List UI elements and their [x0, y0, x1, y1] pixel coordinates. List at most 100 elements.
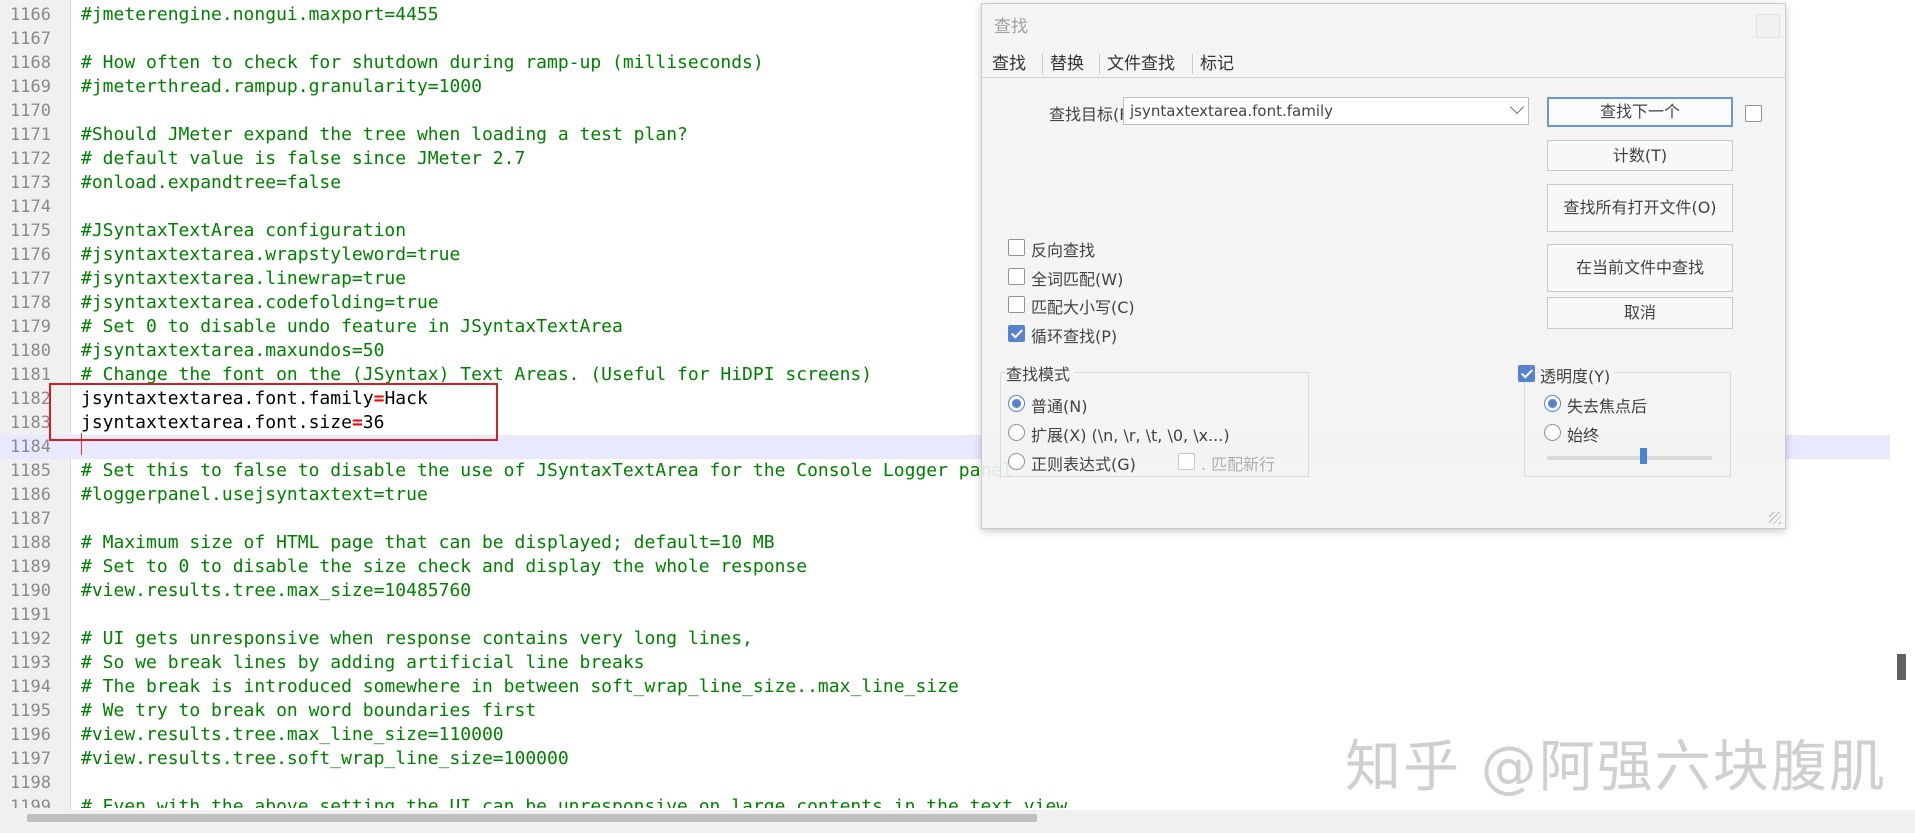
mode-regex-label: 正则表达式(G) — [1031, 455, 1136, 474]
line-number: 1194 — [10, 677, 51, 697]
code-line[interactable]: 1194 # The break is introduced somewhere … — [0, 675, 1890, 699]
whole-word-checkbox[interactable] — [1008, 268, 1025, 285]
watermark: 知乎 @阿强六块腹肌 — [1345, 735, 1887, 800]
line-number: 1169 — [10, 77, 51, 97]
count-button[interactable]: 计数(T) — [1547, 140, 1733, 171]
comment-line-text: #jmeterthread.rampup.granularity=1000 — [81, 76, 482, 97]
comment-line-text: # Set this to false to disable the use o… — [81, 460, 1013, 481]
line-number: 1168 — [10, 53, 51, 73]
comment-line-text: #view.results.tree.max_size=10485760 — [81, 580, 472, 601]
comment-line-text: #jsyntaxtextarea.codefolding=true — [81, 292, 439, 313]
comment-line-text: #jsyntaxtextarea.linewrap=true — [81, 268, 407, 289]
cancel-button[interactable]: 取消 — [1547, 297, 1733, 329]
reverse-search-label: 反向查找 — [1031, 241, 1096, 260]
match-newline-label: . 匹配新行 — [1201, 455, 1276, 474]
comment-line-text: # Even with the above setting the UI can… — [81, 796, 1068, 808]
line-number: 1192 — [10, 629, 51, 649]
comment-line-text: # Set 0 to disable undo feature in JSynt… — [81, 316, 623, 337]
tab-separator — [1192, 54, 1193, 74]
horizontal-scrollbar-thumb[interactable] — [27, 814, 1037, 822]
comment-line-text: # We try to break on word boundaries fir… — [81, 700, 537, 721]
line-number: 1175 — [10, 221, 51, 241]
transparency-on-lose-focus-label: 失去焦点后 — [1567, 397, 1648, 416]
line-number: 1179 — [10, 317, 51, 337]
search-mode-group-label: 查找模式 — [1006, 361, 1075, 385]
find-in-current-file-label: 在当前文件中查找 — [1575, 258, 1704, 277]
find-target-combo[interactable]: jsyntaxtextarea.font.family — [1123, 97, 1529, 125]
line-number: 1170 — [10, 101, 51, 121]
match-newline-checkbox[interactable] — [1178, 453, 1195, 470]
code-line[interactable]: 1195 # We try to break on word boundaries… — [0, 699, 1890, 723]
code-line[interactable]: 1188 # Maximum size of HTML page that can… — [0, 531, 1890, 555]
line-number: 1185 — [10, 461, 51, 481]
code-line[interactable]: 1191 — [0, 603, 1890, 627]
wrap-around-checkbox[interactable] — [1008, 325, 1025, 342]
code-line[interactable]: 1190 #view.results.tree.max_size=10485760 — [0, 579, 1890, 603]
tab-separator — [1042, 54, 1043, 74]
tab-mark[interactable]: 标记 — [1194, 52, 1240, 77]
transparency-on-lose-focus-radio[interactable] — [1544, 395, 1561, 412]
comment-line-text: #jsyntaxtextarea.maxundos=50 — [81, 340, 385, 361]
comment-line-text: #jmeterengine.nongui.maxport=4455 — [81, 4, 439, 25]
find-next-option-checkbox[interactable] — [1745, 105, 1762, 122]
find-target-input[interactable]: jsyntaxtextarea.font.family — [1130, 102, 1333, 120]
tab-replace[interactable]: 替换 — [1044, 52, 1090, 77]
comment-line-text: # How often to check for shutdown during… — [81, 52, 764, 73]
line-number: 1191 — [10, 605, 51, 625]
line-number: 1187 — [10, 509, 51, 529]
line-number: 1199 — [10, 797, 51, 808]
line-number: 1178 — [10, 293, 51, 313]
transparency-label: 透明度(Y) — [1540, 363, 1615, 387]
line-number: 1180 — [10, 341, 51, 361]
transparency-slider[interactable] — [1547, 456, 1712, 460]
comment-line-text: # UI gets unresponsive when response con… — [81, 628, 753, 649]
mode-regex-radio[interactable] — [1008, 453, 1025, 470]
code-line[interactable]: 1189 # Set to 0 to disable the size check… — [0, 555, 1890, 579]
line-number: 1172 — [10, 149, 51, 169]
comment-line-text: #view.results.tree.max_line_size=110000 — [81, 724, 504, 745]
line-number: 1197 — [10, 749, 51, 769]
mode-normal-radio[interactable] — [1008, 395, 1025, 412]
line-number: 1174 — [10, 197, 51, 217]
tab-find[interactable]: 查找 — [986, 52, 1032, 77]
line-number: 1166 — [10, 5, 51, 25]
line-number: 1177 — [10, 269, 51, 289]
comment-line-text: #Should JMeter expand the tree when load… — [81, 124, 688, 145]
line-number: 1198 — [10, 773, 51, 793]
cancel-label: 取消 — [1623, 303, 1656, 322]
comment-line-text: # Maximum size of HTML page that can be … — [81, 532, 775, 553]
find-all-open-files-button[interactable]: 查找所有打开文件(O) — [1547, 184, 1733, 232]
find-next-label: 查找下一个 — [1599, 102, 1680, 121]
code-line[interactable]: 1193 # So we break lines by adding artifi… — [0, 651, 1890, 675]
line-number: 1167 — [10, 29, 51, 49]
transparency-slider-thumb[interactable] — [1640, 448, 1647, 464]
find-next-button[interactable]: 查找下一个 — [1547, 97, 1733, 127]
transparency-checkbox[interactable] — [1518, 365, 1535, 382]
line-number: 1195 — [10, 701, 51, 721]
dialog-title: 查找 — [994, 17, 1028, 37]
dialog-tabs: 查找 替换 文件查找 标记 — [982, 48, 1785, 78]
close-button[interactable] — [1756, 14, 1780, 38]
vertical-scrollbar-thumb[interactable] — [1897, 654, 1906, 680]
find-in-current-file-button[interactable]: 在当前文件中查找 — [1547, 244, 1733, 292]
line-number: 1193 — [10, 653, 51, 673]
code-line[interactable]: 1192 # UI gets unresponsive when response… — [0, 627, 1890, 651]
find-all-open-files-label: 查找所有打开文件(O) — [1563, 198, 1717, 217]
resize-grip[interactable] — [1769, 512, 1781, 524]
transparency-always-radio[interactable] — [1544, 424, 1561, 441]
match-case-checkbox[interactable] — [1008, 296, 1025, 313]
comment-line-text: # So we break lines by adding artificial… — [81, 652, 645, 673]
line-number: 1189 — [10, 557, 51, 577]
chevron-down-icon[interactable] — [1509, 99, 1525, 115]
comment-line-text: #loggerpanel.usejsyntaxtext=true — [81, 484, 428, 505]
annotation-highlight-box — [49, 383, 498, 441]
line-number: 1171 — [10, 125, 51, 145]
tab-find-in-files[interactable]: 文件查找 — [1101, 52, 1181, 77]
comment-line-text: #view.results.tree.soft_wrap_line_size=1… — [81, 748, 569, 769]
horizontal-scrollbar[interactable] — [0, 810, 1915, 833]
comment-line-text: #onload.expandtree=false — [81, 172, 342, 193]
line-number: 1186 — [10, 485, 51, 505]
find-dialog[interactable]: 查找 查找 替换 文件查找 标记 查找目标(F)： jsyntaxtextare… — [981, 3, 1786, 529]
mode-extended-radio[interactable] — [1008, 424, 1025, 441]
reverse-search-checkbox[interactable] — [1008, 239, 1025, 256]
